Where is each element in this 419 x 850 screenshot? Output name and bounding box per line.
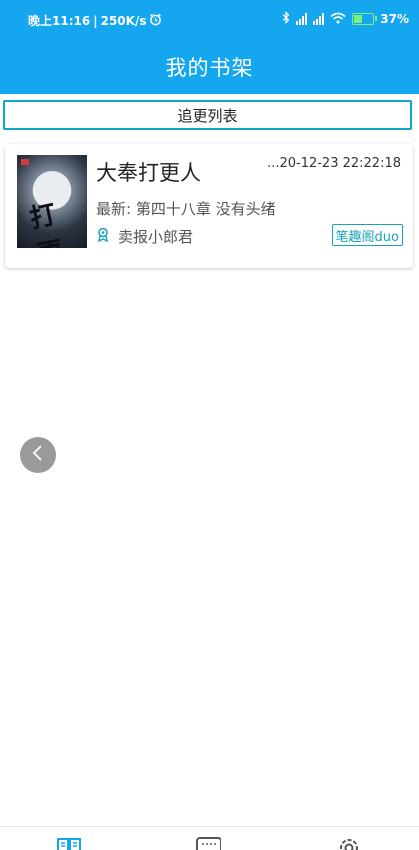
book-updated-time: ...20-12-23 22:22:18: [267, 156, 401, 171]
status-bar: 晚上11:16 | 250K/s 37%: [0, 0, 419, 40]
status-time: 晚上11:16: [28, 12, 90, 29]
update-list-label: 追更列表: [177, 105, 237, 126]
chevron-left-icon: [31, 444, 45, 466]
update-list-button[interactable]: 追更列表: [3, 100, 412, 130]
bluetooth-icon: [282, 11, 290, 27]
book-source-badge[interactable]: 笔趣阁duo: [332, 224, 403, 246]
app-bar: 我的书架: [0, 40, 419, 94]
author-icon: [96, 227, 110, 246]
status-separator: |: [93, 14, 97, 28]
cover-publisher-tag: [21, 159, 29, 165]
status-net-speed: 250K/s: [101, 14, 147, 28]
nav-settings[interactable]: [336, 835, 362, 850]
back-button[interactable]: [20, 437, 56, 473]
signal-icon: [313, 13, 324, 25]
signal-icon: [296, 13, 307, 25]
book-title[interactable]: 大奉打更人: [96, 157, 201, 187]
status-battery-text: 37%: [380, 12, 409, 26]
cover-title-art: 打更人: [26, 189, 87, 248]
book-author: 卖报小郎君: [118, 226, 193, 247]
book-cover[interactable]: 打更人: [17, 155, 87, 248]
book-author-row: 卖报小郎君: [96, 226, 193, 247]
battery-fill: [354, 15, 361, 23]
page-title: 我的书架: [166, 52, 254, 82]
wifi-icon: [330, 12, 346, 27]
nav-discover[interactable]: [195, 835, 221, 850]
nav-bookshelf[interactable]: [56, 835, 82, 850]
alarm-icon: [149, 13, 162, 29]
bottom-nav: [0, 826, 419, 850]
book-latest-chapter: 最新: 第四十八章 没有头绪: [96, 198, 276, 219]
status-left: 晚上11:16 | 250K/s: [28, 12, 162, 29]
battery-icon: [352, 13, 374, 25]
status-right: 37%: [282, 11, 409, 27]
